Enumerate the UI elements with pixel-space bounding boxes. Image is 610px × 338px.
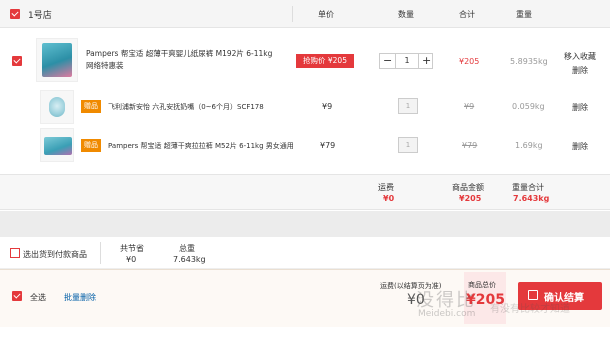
product-title[interactable]: Pampers 帮宝适 超薄干爽婴儿纸尿裤 M192片 6-11kg 网络特惠装 bbox=[86, 48, 278, 72]
watermark-domain: Meidebi.com bbox=[418, 309, 476, 319]
item-checkbox[interactable] bbox=[12, 56, 22, 66]
qty-increment-button[interactable]: + bbox=[422, 54, 431, 68]
gift-badge: 赠品 bbox=[81, 139, 101, 152]
watermark-slogan: 有没有比较才知道 bbox=[490, 304, 570, 315]
saved-label: 共节省 bbox=[120, 244, 144, 253]
header-divider bbox=[292, 6, 293, 22]
gift-qty: 1 bbox=[398, 137, 418, 153]
gift-subtotal: ¥79 bbox=[462, 141, 478, 150]
info-bar bbox=[0, 237, 610, 269]
col-subtotal-header: 合计 bbox=[459, 10, 475, 19]
move-to-favorites-link[interactable]: 移入收藏 bbox=[564, 51, 596, 62]
gift-title[interactable]: 飞利浦新安怡 六孔安抚奶嘴（0~6个月）SCF178 bbox=[108, 102, 264, 112]
select-all-label[interactable]: 全选 bbox=[30, 292, 46, 303]
quantity-stepper: − 1 + bbox=[379, 53, 433, 69]
gift-image[interactable] bbox=[40, 128, 74, 162]
delete-gift-link[interactable]: 删除 bbox=[572, 102, 588, 113]
col-qty-header: 数量 bbox=[398, 10, 414, 19]
select-all-checkbox[interactable] bbox=[12, 291, 22, 301]
summary-freight: ¥0 bbox=[383, 194, 395, 203]
gift-weight: 0.059kg bbox=[512, 102, 545, 111]
gift-weight: 1.69kg bbox=[515, 141, 543, 150]
gift-price: ¥79 bbox=[320, 141, 336, 150]
gift-badge: 赠品 bbox=[81, 100, 101, 113]
pants-package-image bbox=[44, 137, 72, 155]
diaper-package-image bbox=[42, 43, 72, 77]
qty-decrement-button[interactable]: − bbox=[383, 54, 392, 68]
item-subtotal: ¥205 bbox=[459, 57, 480, 66]
section-separator bbox=[0, 211, 610, 237]
batch-delete-link[interactable]: 批量删除 bbox=[64, 292, 96, 303]
store-name[interactable]: 1号店 bbox=[28, 8, 52, 21]
select-all-store-checkbox[interactable] bbox=[10, 9, 20, 19]
gift-title[interactable]: Pampers 帮宝适 超薄干爽拉拉裤 M52片 6-11kg 男女通用 bbox=[108, 141, 294, 151]
saved-value: ¥0 bbox=[126, 255, 137, 264]
col-price-header: 单价 bbox=[318, 10, 334, 19]
col-weight-header: 重量 bbox=[516, 10, 532, 19]
gift-subtotal: ¥9 bbox=[464, 102, 475, 111]
summary-freight-label: 运费 bbox=[378, 183, 394, 192]
gift-price: ¥9 bbox=[322, 102, 333, 111]
pacifier-image bbox=[49, 97, 65, 117]
item-weight: 5.8935kg bbox=[510, 57, 548, 66]
summary-amount-label: 商品金额 bbox=[452, 183, 484, 192]
cod-filter-label[interactable]: 选出货到付款商品 bbox=[23, 249, 87, 260]
delete-gift-link[interactable]: 删除 bbox=[572, 141, 588, 152]
gift-image[interactable] bbox=[40, 90, 74, 124]
cart-checkout-icon bbox=[528, 290, 538, 300]
summary-weight-label: 重量合计 bbox=[512, 183, 544, 192]
delete-item-link[interactable]: 删除 bbox=[572, 65, 588, 76]
total-weight-label: 总重 bbox=[179, 244, 195, 253]
promo-price-badge: 抢购价 ¥205 bbox=[296, 54, 354, 68]
summary-weight: 7.643kg bbox=[513, 194, 550, 203]
qty-input[interactable]: 1 bbox=[395, 54, 419, 68]
gift-qty: 1 bbox=[398, 98, 418, 114]
info-divider bbox=[100, 242, 101, 264]
summary-amount: ¥205 bbox=[459, 194, 482, 203]
total-weight-value: 7.643kg bbox=[173, 255, 206, 264]
product-image[interactable] bbox=[36, 38, 78, 82]
cod-filter-checkbox[interactable] bbox=[10, 248, 20, 258]
